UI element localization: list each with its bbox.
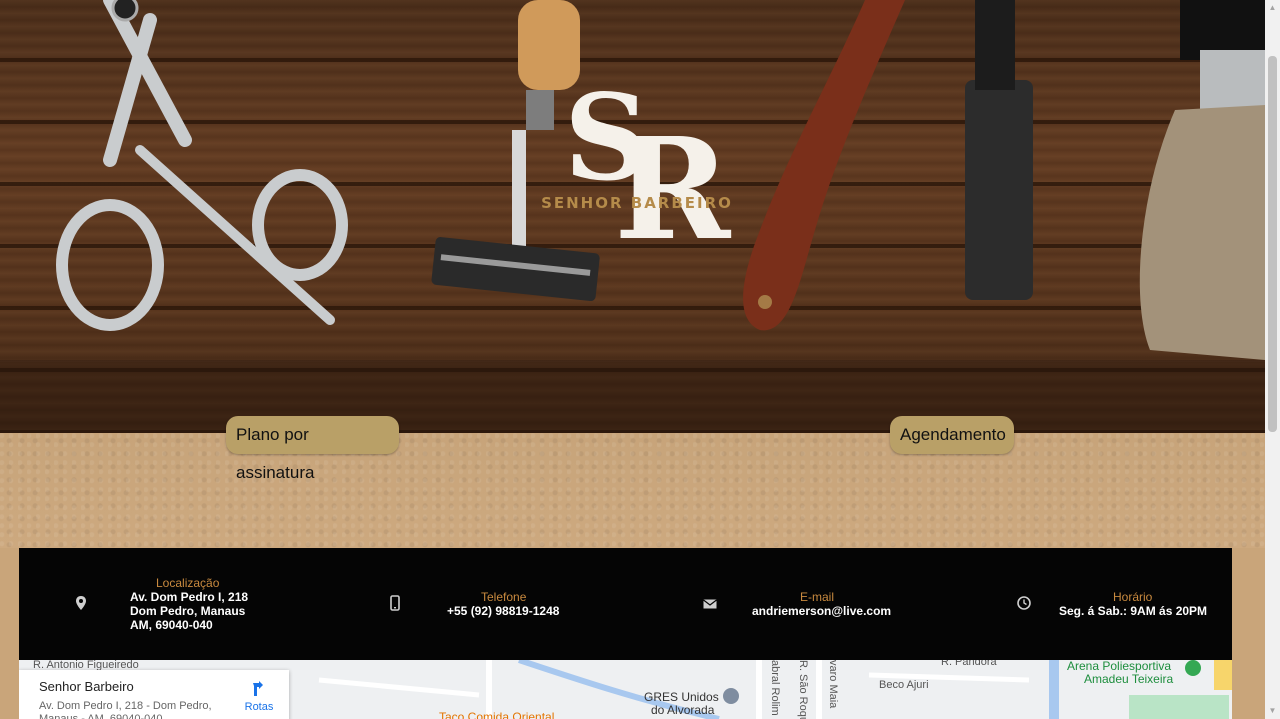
location-block: Localização Av. Dom Pedro I, 218 Dom Ped… — [19, 548, 319, 660]
scroll-down-arrow-icon[interactable]: ▼ — [1268, 707, 1277, 715]
hours-value: Seg. á Sab.: 9AM ás 20PM — [1059, 604, 1208, 618]
embedded-map[interactable]: R. Antonio Figueiredo GRES Unidos do Alv… — [19, 660, 1232, 719]
map-directions-button[interactable]: Rotas — [239, 680, 279, 713]
page-scrollbar[interactable]: ▲ ▼ — [1265, 0, 1280, 719]
envelope-icon — [703, 599, 717, 609]
map-poi-label: Taco Comida Oriental — [439, 710, 555, 719]
map-street-label: abral Rolim — [769, 660, 781, 716]
directions-icon — [253, 681, 263, 696]
phone-value[interactable]: +55 (92) 98819-1248 — [447, 604, 559, 618]
brand-name: SENHOR BARBEIRO — [541, 194, 733, 212]
hours-block: Horário Seg. á Sab.: 9AM ás 20PM — [949, 548, 1232, 660]
scroll-up-arrow-icon[interactable]: ▲ — [1268, 4, 1277, 12]
scroll-thumb[interactable] — [1268, 56, 1277, 432]
map-park-pin-icon — [1185, 660, 1201, 676]
map-poi-label: Amadeu Teixeira — [1084, 672, 1174, 686]
location-line1: Av. Dom Pedro I, 218 — [130, 590, 249, 604]
map-poi-label: do Alvorada — [651, 703, 715, 717]
location-title: Localização — [156, 576, 220, 590]
map-place-card: Senhor Barbeiro Av. Dom Pedro I, 218 - D… — [19, 670, 289, 719]
phone-icon — [390, 595, 400, 611]
location-pin-icon — [76, 596, 86, 610]
hero-banner: S R SENHOR BARBEIRO — [0, 0, 1265, 433]
phone-title: Telefone — [481, 590, 527, 604]
map-place-address: Av. Dom Pedro I, 218 - Dom Pedro, Manaus… — [39, 700, 212, 719]
map-directions-label: Rotas — [244, 701, 274, 713]
location-line3: AM, 69040-040 — [130, 618, 213, 632]
email-block: E-mail andriemerson@live.com — [639, 548, 939, 660]
map-poi-label: GRES Unidos — [644, 690, 719, 704]
hours-title: Horário — [1113, 590, 1153, 604]
email-title: E-mail — [800, 590, 835, 604]
logo-letter-r: R — [614, 108, 731, 272]
map-street-label: R. Pandora — [941, 660, 997, 668]
map-street-label: R. São Roque — [797, 660, 809, 719]
location-line2: Dom Pedro, Manaus — [130, 604, 246, 618]
email-value[interactable]: andriemerson@live.com — [752, 604, 891, 618]
booking-button[interactable]: Agendamento — [890, 416, 1014, 454]
map-street-label: Beco Ajuri — [879, 679, 929, 691]
phone-block: Telefone +55 (92) 98819-1248 — [329, 548, 629, 660]
map-poi-pin-icon — [723, 688, 739, 704]
clock-icon — [1017, 596, 1031, 610]
texture-band — [0, 433, 1265, 548]
brand-logo: S R SENHOR BARBEIRO — [522, 68, 752, 272]
map-street-label: varo Maia — [827, 660, 839, 709]
contact-info-bar: Localização Av. Dom Pedro I, 218 Dom Ped… — [19, 548, 1232, 660]
map-place-title: Senhor Barbeiro — [39, 679, 134, 694]
subscription-plan-button[interactable]: Plano por assinatura — [226, 416, 399, 482]
